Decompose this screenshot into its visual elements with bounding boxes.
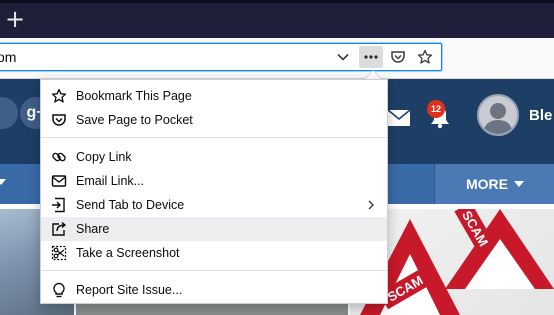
caret-down-icon[interactable] bbox=[0, 179, 6, 187]
menu-item-label: Send Tab to Device bbox=[76, 198, 185, 212]
lightbulb-icon bbox=[53, 282, 65, 298]
new-tab-button[interactable]: + bbox=[4, 7, 26, 32]
menu-item-share[interactable]: Share bbox=[41, 217, 387, 241]
star-outline-icon bbox=[51, 88, 67, 103]
ellipsis-icon bbox=[364, 55, 378, 59]
caret-down-icon bbox=[514, 180, 524, 187]
menu-item-label: Take a Screenshot bbox=[76, 246, 180, 260]
menu-item-send-tab-to-device[interactable]: Send Tab to Device bbox=[41, 193, 387, 217]
screenshot-icon bbox=[51, 245, 67, 261]
menu-item-label: Copy Link bbox=[76, 150, 132, 164]
menu-item-label: Share bbox=[76, 222, 110, 236]
navigation-toolbar: om bbox=[0, 38, 554, 79]
menu-item-label: Save Page to Pocket bbox=[76, 113, 193, 127]
bookmark-star-button[interactable] bbox=[413, 46, 437, 68]
menu-separator bbox=[41, 137, 387, 138]
menu-item-email-link[interactable]: Email Link... bbox=[41, 169, 387, 193]
url-bar[interactable]: om bbox=[0, 43, 442, 71]
star-outline-icon bbox=[417, 49, 433, 64]
social-circle[interactable] bbox=[0, 97, 18, 129]
menu-item-label: Email Link... bbox=[76, 174, 145, 188]
menu-item-label: Bookmark This Page bbox=[76, 89, 192, 103]
chevron-right-icon bbox=[368, 200, 374, 210]
notification-badge: 12 bbox=[427, 100, 445, 118]
menu-item-take-screenshot[interactable]: Take a Screenshot bbox=[41, 241, 387, 265]
url-dropdown-button[interactable] bbox=[331, 46, 355, 68]
chevron-down-icon bbox=[337, 53, 349, 61]
messages-icon[interactable] bbox=[387, 109, 411, 127]
avatar[interactable] bbox=[477, 94, 519, 136]
link-icon bbox=[52, 152, 66, 162]
more-menu-button[interactable]: MORE bbox=[434, 164, 554, 204]
share-icon bbox=[52, 221, 67, 236]
pocket-icon bbox=[52, 114, 66, 126]
menu-item-label: Report Site Issue... bbox=[76, 283, 183, 297]
email-icon bbox=[51, 175, 67, 187]
menu-item-copy-link[interactable]: Copy Link bbox=[41, 145, 387, 169]
pocket-button[interactable] bbox=[386, 46, 410, 68]
menu-separator bbox=[41, 270, 387, 271]
menu-item-report-site-issue[interactable]: Report Site Issue... bbox=[41, 278, 387, 302]
url-text[interactable]: om bbox=[0, 49, 16, 65]
menu-item-bookmark-page[interactable]: Bookmark This Page bbox=[41, 84, 387, 108]
user-name[interactable]: Ble bbox=[529, 107, 552, 124]
page-action-menu: Bookmark This Page Save Page to Pocket C… bbox=[40, 79, 388, 304]
tab-strip: + bbox=[0, 0, 554, 38]
page-actions-button[interactable] bbox=[359, 46, 383, 68]
pocket-icon bbox=[391, 51, 405, 63]
more-label: MORE bbox=[466, 176, 508, 192]
menu-item-save-to-pocket[interactable]: Save Page to Pocket bbox=[41, 108, 387, 132]
send-tab-icon bbox=[52, 197, 65, 213]
user-silhouette-icon bbox=[483, 103, 513, 134]
